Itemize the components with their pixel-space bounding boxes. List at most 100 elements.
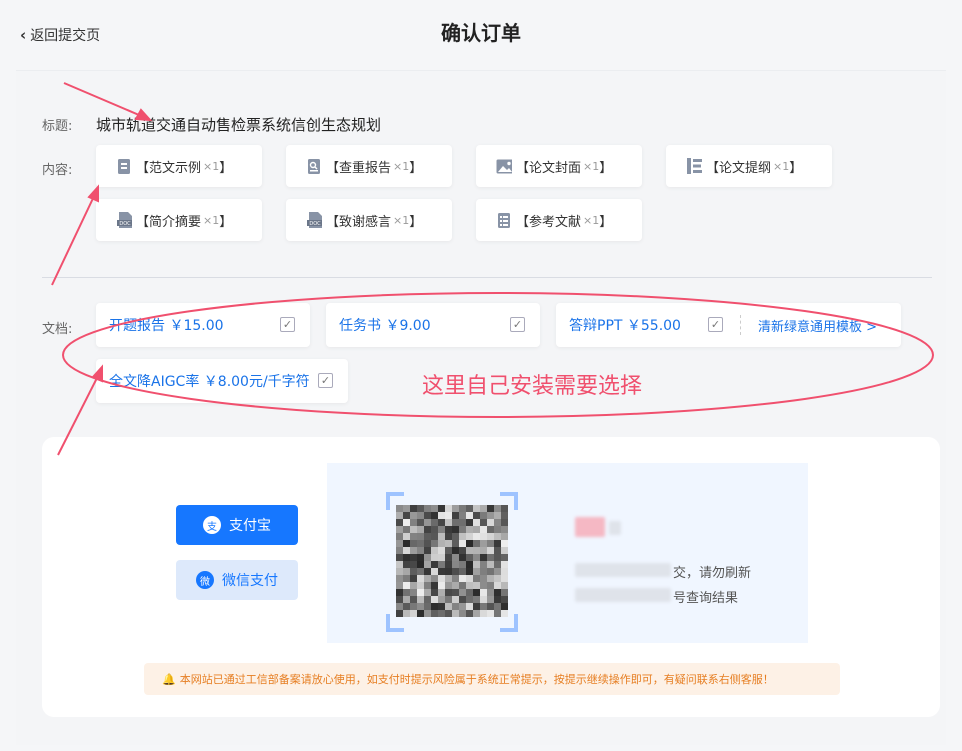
qr-pixel [438, 526, 445, 533]
qr-pixel [452, 526, 459, 533]
doc-checkbox[interactable]: ✓ [708, 317, 723, 332]
qr-pixel [501, 526, 508, 533]
qr-pixel [494, 519, 501, 526]
doc-option-taskbook[interactable]: 任务书 ￥9.00 ✓ [326, 303, 540, 347]
qr-pixel [424, 526, 431, 533]
docs-label: 文档: [42, 322, 73, 337]
qr-pixel [501, 603, 508, 610]
qr-pixel [480, 596, 487, 603]
qr-pixel [431, 512, 438, 519]
qr-pixel [494, 610, 501, 617]
qr-pixel [480, 540, 487, 547]
qr-pixel [403, 540, 410, 547]
qr-pixel [501, 610, 508, 617]
qr-pixel [438, 589, 445, 596]
qr-pixel [494, 568, 501, 575]
doc-checkbox[interactable]: ✓ [318, 373, 333, 388]
qr-pixel [438, 568, 445, 575]
qr-pixel [501, 505, 508, 512]
qr-pixel [494, 582, 501, 589]
qr-pixel [487, 533, 494, 540]
qr-pixel [466, 554, 473, 561]
wechat-pay-button[interactable]: 微 微信支付 [176, 560, 298, 600]
qr-pixel [396, 540, 403, 547]
qr-pixel [445, 512, 452, 519]
order-title: 城市轨道交通自动售检票系统信创生态规划 [96, 116, 382, 134]
outline-icon [686, 157, 702, 175]
qr-pixel [424, 533, 431, 540]
qr-pixel [403, 526, 410, 533]
qr-pixel [431, 547, 438, 554]
ppt-template-link[interactable]: 清新绿意通用模板 > [758, 316, 877, 335]
qr-pixel [403, 589, 410, 596]
qr-pixel [501, 554, 508, 561]
qr-pixel [466, 568, 473, 575]
qr-pixel [403, 519, 410, 526]
page-title: 确认订单 [441, 21, 521, 45]
qr-pixel [424, 589, 431, 596]
doc-file-icon: DOC [116, 211, 132, 229]
qr-pixel [487, 554, 494, 561]
qr-pixel [501, 596, 508, 603]
qr-pixel [473, 547, 480, 554]
qr-pixel [452, 512, 459, 519]
qr-image [396, 505, 508, 617]
content-item-sample: 【范文示例 ×1】 [96, 145, 262, 187]
qr-pixel [431, 561, 438, 568]
qr-pixel [501, 547, 508, 554]
title-label: 标题: [42, 119, 73, 134]
qr-pixel [403, 568, 410, 575]
qr-pixel [494, 589, 501, 596]
bell-icon: 🔔 [162, 672, 176, 686]
qr-pixel [417, 540, 424, 547]
qr-pixel [431, 568, 438, 575]
qr-pixel [424, 519, 431, 526]
qr-pixel [445, 547, 452, 554]
qr-pixel [431, 533, 438, 540]
qr-pixel [494, 554, 501, 561]
qr-pixel [403, 512, 410, 519]
doc-checkbox[interactable]: ✓ [510, 317, 525, 332]
qr-pixel [494, 561, 501, 568]
qr-pixel [410, 540, 417, 547]
top-bar: ‹ 返回提交页 确认订单 [0, 0, 962, 70]
qr-pixel [452, 505, 459, 512]
qr-pixel [396, 582, 403, 589]
qr-pixel [473, 505, 480, 512]
doc-option-proposal[interactable]: 开题报告 ￥15.00 ✓ [96, 303, 310, 347]
qr-pixel [459, 526, 466, 533]
qr-pixel [403, 561, 410, 568]
list-icon [496, 211, 512, 229]
doc-option-aigc[interactable]: 全文降AIGC率 ￥8.00元/千字符 ✓ [96, 359, 348, 403]
qr-pixel [410, 603, 417, 610]
qr-pixel [487, 561, 494, 568]
qr-pixel [494, 575, 501, 582]
qr-pixel [445, 554, 452, 561]
qr-pixel [480, 603, 487, 610]
qr-pixel [438, 561, 445, 568]
qr-pixel [431, 540, 438, 547]
qr-pixel [480, 526, 487, 533]
content-item-references: 【参考文献 ×1】 [476, 199, 642, 241]
qr-pixel [417, 582, 424, 589]
qr-pixel [445, 540, 452, 547]
qr-pixel [452, 519, 459, 526]
doc-checkbox[interactable]: ✓ [280, 317, 295, 332]
alipay-button[interactable]: 支 支付宝 [176, 505, 298, 545]
svg-text:DOC: DOC [119, 221, 131, 227]
qr-pixel [487, 610, 494, 617]
qr-pixel [487, 596, 494, 603]
doc-option-ppt[interactable]: 答辩PPT ￥55.00 ✓ 清新绿意通用模板 > [556, 303, 901, 347]
qr-pixel [417, 519, 424, 526]
qr-pixel [473, 603, 480, 610]
qr-pixel [466, 505, 473, 512]
qr-pixel [501, 589, 508, 596]
qr-pixel [473, 596, 480, 603]
qr-pixel [445, 505, 452, 512]
qr-pixel [466, 596, 473, 603]
qr-pixel [501, 533, 508, 540]
qr-pixel [473, 589, 480, 596]
qr-pixel [487, 505, 494, 512]
qr-pixel [410, 589, 417, 596]
qr-pixel [480, 610, 487, 617]
